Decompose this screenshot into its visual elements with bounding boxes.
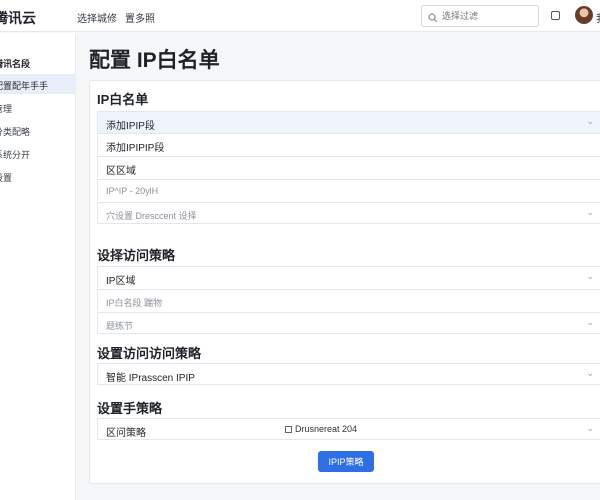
chevron-down-icon: ⌄	[586, 423, 594, 433]
search-icon	[428, 10, 438, 28]
row-add-ip-range[interactable]: 添加IPIP段 ⌄	[97, 111, 600, 133]
submit-policy-button[interactable]: IPIP策略	[318, 451, 374, 472]
sidebar-item-manage[interactable]: 管理	[0, 97, 76, 117]
sidebar-item-config[interactable]: 配置配年手手	[0, 74, 76, 94]
section-title-whitelist: IP白名单	[97, 92, 149, 107]
section-title-manual-policy: 设置手策略	[97, 401, 163, 416]
section-title-access-policy: 设择访问策略	[97, 248, 176, 263]
section-title-access-access-policy: 设置访问访问策略	[97, 346, 202, 361]
sidebar-item-label: 系统分开	[0, 150, 31, 160]
row-label: IP^IP - 20ylH	[106, 186, 159, 196]
row-ip-whitelist-segment[interactable]: IP白名段 踹物	[97, 289, 600, 311]
row-region[interactable]: 区区域	[97, 156, 600, 178]
policy-checkbox[interactable]: Drusnereat 204	[285, 424, 357, 434]
search-box[interactable]	[421, 5, 539, 27]
nav-link-select[interactable]: 选择城修	[77, 10, 117, 25]
sidebar-item-category[interactable]: 分类配略	[0, 120, 76, 140]
chevron-down-icon: ⌄	[586, 317, 594, 327]
row-label: IP白名段 踹物	[106, 298, 163, 308]
sidebar-item-label: 配置配年手手	[0, 81, 49, 91]
sidebar-item-label: 设置	[0, 173, 13, 183]
checkbox-label: Drusnereat 204	[295, 424, 358, 434]
brand-logo[interactable]: 腾讯云	[0, 8, 36, 28]
row-ip-region[interactable]: IP区域 ⌄	[97, 266, 600, 288]
chevron-down-icon: ⌄	[586, 368, 594, 378]
sidebar-item-label: 分类配略	[0, 127, 31, 137]
user-name[interactable]: 我	[596, 10, 600, 25]
checkbox-icon	[285, 426, 292, 433]
sidebar-item-settings[interactable]: 设置	[0, 166, 76, 186]
row-smart-ip[interactable]: 智能 IPrasscen IPIP ⌄	[97, 363, 600, 385]
sidebar-item-system[interactable]: 系统分开	[0, 143, 76, 163]
row-add-ip-multi[interactable]: 添加IPIPIP段	[97, 133, 600, 155]
row-label: 穴设置 Dresccent 设择	[106, 211, 197, 221]
chevron-down-icon: ⌄	[586, 207, 594, 217]
row-label: 智能 IPrasscen IPIP	[106, 373, 195, 384]
row-label: IP区域	[106, 276, 136, 287]
page-title: 配置 IP白名单	[89, 49, 220, 72]
sidebar: 腾讯名段 配置配年手手 管理 分类配略 系统分开 设置	[0, 33, 76, 500]
row-ip-range-input[interactable]: IP^IP - 20ylH	[97, 179, 600, 201]
sidebar-item-label: 腾讯名段	[0, 59, 31, 69]
row-node-select[interactable]: 题练节 ⌄	[97, 312, 600, 334]
search-input[interactable]	[442, 9, 534, 23]
sidebar-item-label: 管理	[0, 104, 13, 114]
row-label: 区问策略	[106, 428, 146, 439]
row-label: 题练节	[106, 321, 134, 331]
chevron-down-icon: ⌄	[586, 116, 594, 126]
message-icon[interactable]	[551, 11, 560, 20]
avatar[interactable]	[575, 6, 593, 24]
row-label: 添加IPIPIP段	[106, 143, 165, 154]
row-settings-select[interactable]: 穴设置 Dresccent 设择 ⌄	[97, 202, 600, 224]
nav-link-multi[interactable]: 置多照	[125, 10, 155, 25]
sidebar-item-header[interactable]: 腾讯名段	[0, 52, 76, 72]
row-region-policy[interactable]: 区问策略 Drusnereat 204 ⌄	[97, 418, 600, 440]
top-bar: 腾讯云 选择城修 置多照 我	[0, 0, 600, 32]
row-label: 添加IPIP段	[106, 121, 155, 132]
chevron-down-icon: ⌄	[586, 271, 594, 281]
row-label: 区区域	[106, 166, 136, 177]
